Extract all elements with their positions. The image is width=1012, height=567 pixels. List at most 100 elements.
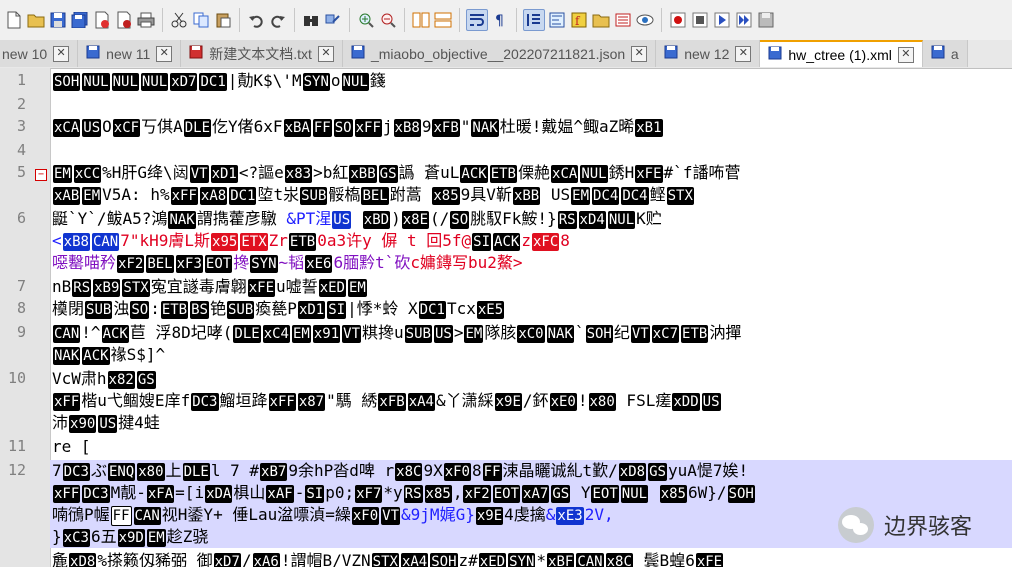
undo-icon[interactable] <box>246 10 266 30</box>
all-chars-icon[interactable]: ¶ <box>490 10 510 30</box>
close-icon[interactable]: ✕ <box>735 45 752 62</box>
paste-icon[interactable] <box>213 10 233 30</box>
new-file-icon[interactable] <box>4 10 24 30</box>
editor-line-selected: xFF DC3 M靓-xFA =[i xDA 椇山 xAF - SI p0; xF7 *y RS x85,… <box>50 482 1012 504</box>
sync-h-icon[interactable] <box>433 10 453 30</box>
control-char-token: xD8 <box>618 463 647 481</box>
save-icon <box>664 45 678 62</box>
text-run: 瘓甆P <box>255 299 297 318</box>
find-icon[interactable] <box>301 10 321 30</box>
run-macro-icon[interactable] <box>734 10 754 30</box>
control-char-token: x85 <box>424 485 452 503</box>
save-icon[interactable] <box>48 10 68 30</box>
control-char-token: SI <box>327 301 347 319</box>
function-list-icon[interactable]: f <box>569 10 589 30</box>
cut-icon[interactable] <box>169 10 189 30</box>
text-run: u嘘誓 <box>276 277 318 296</box>
control-char-token: xFF <box>53 485 81 503</box>
control-char-token: xDD <box>672 393 700 411</box>
text-run: 纪 <box>613 323 630 342</box>
control-char-token: xFF <box>268 393 296 411</box>
close-icon[interactable]: ✕ <box>53 45 70 62</box>
indent-guide-icon[interactable] <box>523 9 545 31</box>
control-char-token: xD1 <box>297 301 326 319</box>
text-run: 椇山 <box>233 483 266 502</box>
control-char-token: SOH <box>585 325 613 343</box>
monitor-icon[interactable] <box>635 10 655 30</box>
fold-toggle-icon[interactable]: − <box>35 169 47 181</box>
save-icon <box>351 45 365 62</box>
control-char-token: BEL <box>361 187 389 205</box>
text-run: 涑晶矖诚糺t歏/ <box>502 461 618 480</box>
record-macro-icon[interactable] <box>668 10 688 30</box>
tab-label: new 12 <box>684 45 730 62</box>
sync-v-icon[interactable] <box>411 10 431 30</box>
copy-icon[interactable] <box>191 10 211 30</box>
control-char-token: ENQ <box>107 463 136 481</box>
doc-map-icon[interactable] <box>547 10 567 30</box>
text-run: 9具V靳 <box>460 185 512 204</box>
close-icon[interactable]: ✕ <box>317 45 334 62</box>
save-all-icon[interactable] <box>70 10 90 30</box>
print-icon[interactable] <box>136 10 156 30</box>
control-char-token: EM <box>571 187 591 205</box>
control-char-token: NAK <box>471 119 499 137</box>
control-char-token: EM <box>347 279 367 297</box>
control-char-token: x9E <box>494 393 522 411</box>
control-char-token: DLE <box>182 463 210 481</box>
control-char-token: SUB <box>404 325 432 343</box>
control-char-token: xBB <box>349 165 377 183</box>
tab-hw-ctree[interactable]: hw_ctree (1).xml ✕ <box>760 40 923 67</box>
tab-new-12[interactable]: new 12 ✕ <box>656 40 761 67</box>
control-char-token: EOT <box>204 255 233 273</box>
text-run: 鲣 <box>649 185 666 204</box>
control-char-token: US <box>82 119 102 137</box>
tab-new-11[interactable]: new 11 ✕ <box>78 40 182 67</box>
tab-a[interactable]: a <box>922 40 968 67</box>
folder-workspace-icon[interactable] <box>591 10 611 30</box>
tab-new-10[interactable]: new 10 ✕ <box>0 40 79 67</box>
editor-line: CAN !^ ACK 苣 浮8D圮哮(DLE xC4 EM x91 VT 粸搀u SUB US > EM… <box>52 322 741 344</box>
toolbar-separator <box>294 8 295 32</box>
editor-line: < xB8 CAN 7"kH9膚L斯 x95 ETX Zr ETB 0a3许y 偋 t 回5f@… <box>52 230 570 252</box>
control-char-token: xFA <box>146 485 175 503</box>
close-icon[interactable]: ✕ <box>897 46 914 63</box>
stop-macro-icon[interactable] <box>690 10 710 30</box>
editor-line: 沛 x90 US 揵4蛙 <box>52 412 160 434</box>
zoom-out-icon[interactable] <box>378 10 398 30</box>
text-run: %H肝G绛\闼 <box>102 163 189 182</box>
text-run: z <box>521 231 531 250</box>
control-char-token: x83 <box>284 165 313 183</box>
text-run: 謂擕藿彦驐 <box>196 209 287 228</box>
word-wrap-icon[interactable] <box>466 9 488 31</box>
open-file-icon[interactable] <box>26 10 46 30</box>
tab-json[interactable]: _miaobo_objective__202207211821.json ✕ <box>342 40 657 67</box>
zoom-in-icon[interactable] <box>356 10 376 30</box>
text-run: 骽槗 <box>328 185 361 204</box>
close-icon[interactable] <box>92 10 112 30</box>
control-char-token: xB1 <box>635 119 663 137</box>
editor-text-area[interactable]: SOH NUL NUL NUL xD7 DC1 |勣K$\'M SYN o NUL 籛 xCA US O… <box>50 68 1012 567</box>
editor-line: 麁 xD8 %搽籁仭豨弼 御 xD7/xA6 !謂帽B/VZN STX xA4 SOH z# xE… <box>52 550 724 567</box>
text-run: 脁馭Fk鮟!} <box>470 209 557 228</box>
close-icon[interactable]: ✕ <box>631 45 648 62</box>
control-char-token: RS <box>557 211 577 229</box>
redo-icon[interactable] <box>268 10 288 30</box>
play-macro-icon[interactable] <box>712 10 732 30</box>
close-all-icon[interactable] <box>114 10 134 30</box>
tab-new-text-doc[interactable]: 新建文本文档.txt ✕ <box>181 40 343 67</box>
control-char-token: xDA <box>205 485 233 503</box>
replace-icon[interactable] <box>323 10 343 30</box>
control-char-token: xED <box>478 553 507 567</box>
text-run: 8 <box>472 461 482 480</box>
toolbar-separator <box>349 8 350 32</box>
text-run: 9X <box>423 461 443 480</box>
close-icon[interactable]: ✕ <box>156 45 173 62</box>
tab-label: new 10 <box>2 45 48 62</box>
doc-list-icon[interactable] <box>613 10 633 30</box>
save-macro-icon[interactable] <box>756 10 776 30</box>
text-run: 楷u弋鲴嫂E庠f <box>81 391 191 410</box>
text-run: |勣K$\'M <box>227 71 302 90</box>
control-char-token: EOT <box>591 485 619 503</box>
tab-label: hw_ctree (1).xml <box>788 46 892 63</box>
